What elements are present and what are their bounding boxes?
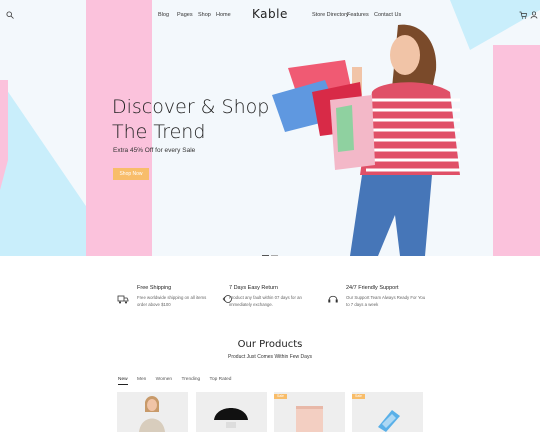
feature-title: 24/7 Friendly Support bbox=[346, 285, 399, 291]
slider-dot[interactable] bbox=[271, 254, 278, 256]
feature-free-shipping: Free Shipping Free worldwide shipping on… bbox=[137, 285, 217, 308]
product-image bbox=[139, 396, 165, 432]
nav-pages[interactable]: Pages bbox=[177, 12, 193, 18]
slider-dots bbox=[262, 243, 280, 256]
product-card[interactable]: Sale bbox=[352, 392, 423, 432]
products-subtitle: Product Just Comes Within Few Days bbox=[228, 354, 312, 360]
truck-icon bbox=[117, 295, 129, 304]
hero-title-line1: Discover & Shop bbox=[112, 96, 270, 118]
hero-background bbox=[0, 0, 540, 256]
hero-title: Discover & Shop The Trend bbox=[112, 95, 269, 145]
tab-men[interactable]: Men bbox=[137, 377, 146, 382]
top-nav: Blog Pages Shop Home Kable Store Directo… bbox=[0, 0, 540, 30]
sale-badge: Sale bbox=[352, 394, 365, 399]
search-icon[interactable] bbox=[6, 11, 14, 19]
sale-badge: Sale bbox=[274, 394, 287, 399]
nav-blog[interactable]: Blog bbox=[158, 12, 169, 18]
feature-title: 7 Days Easy Return bbox=[229, 285, 278, 291]
product-card[interactable] bbox=[196, 392, 267, 432]
headset-icon bbox=[328, 295, 338, 303]
site-logo[interactable]: Kable bbox=[252, 7, 288, 21]
feature-easy-return: 7 Days Easy Return Product any fault wit… bbox=[229, 285, 309, 308]
nav-shop[interactable]: Shop bbox=[198, 12, 211, 18]
cart-icon[interactable] bbox=[519, 11, 527, 19]
feature-desc: Our Support Team Always Ready For You to… bbox=[346, 295, 426, 307]
nav-features[interactable]: Features bbox=[347, 12, 369, 18]
tab-women[interactable]: Women bbox=[156, 377, 172, 382]
nav-home[interactable]: Home bbox=[216, 12, 231, 18]
slider-dot-active[interactable] bbox=[262, 254, 269, 256]
nav-contact[interactable]: Contact Us bbox=[374, 12, 401, 18]
product-image bbox=[214, 408, 248, 428]
feature-desc: Free worldwide shipping on all items ord… bbox=[137, 295, 207, 307]
user-icon[interactable] bbox=[530, 11, 538, 19]
shop-now-button[interactable]: Shop Now bbox=[113, 168, 149, 180]
nav-store-directory[interactable]: Store Directory bbox=[312, 12, 349, 18]
product-card[interactable]: Sale bbox=[274, 392, 345, 432]
product-tabs: New Men Women Trending Top Rated bbox=[118, 377, 239, 385]
hero-banner: Discover & Shop The Trend Extra 45% Off … bbox=[0, 0, 540, 256]
products-title: Our Products bbox=[237, 339, 303, 350]
feature-desc: Product any fault within 07 days for an … bbox=[229, 295, 302, 307]
product-card[interactable] bbox=[117, 392, 188, 432]
hero-title-line2: The Trend bbox=[112, 121, 206, 143]
hero-subtitle: Extra 45% Off for every Sale bbox=[113, 147, 196, 154]
tab-new[interactable]: New bbox=[118, 377, 128, 385]
feature-title: Free Shipping bbox=[137, 285, 172, 291]
feature-support: 24/7 Friendly Support Our Support Team A… bbox=[346, 285, 426, 308]
tab-top-rated[interactable]: Top Rated bbox=[210, 377, 232, 382]
tab-trending[interactable]: Trending bbox=[181, 377, 200, 382]
